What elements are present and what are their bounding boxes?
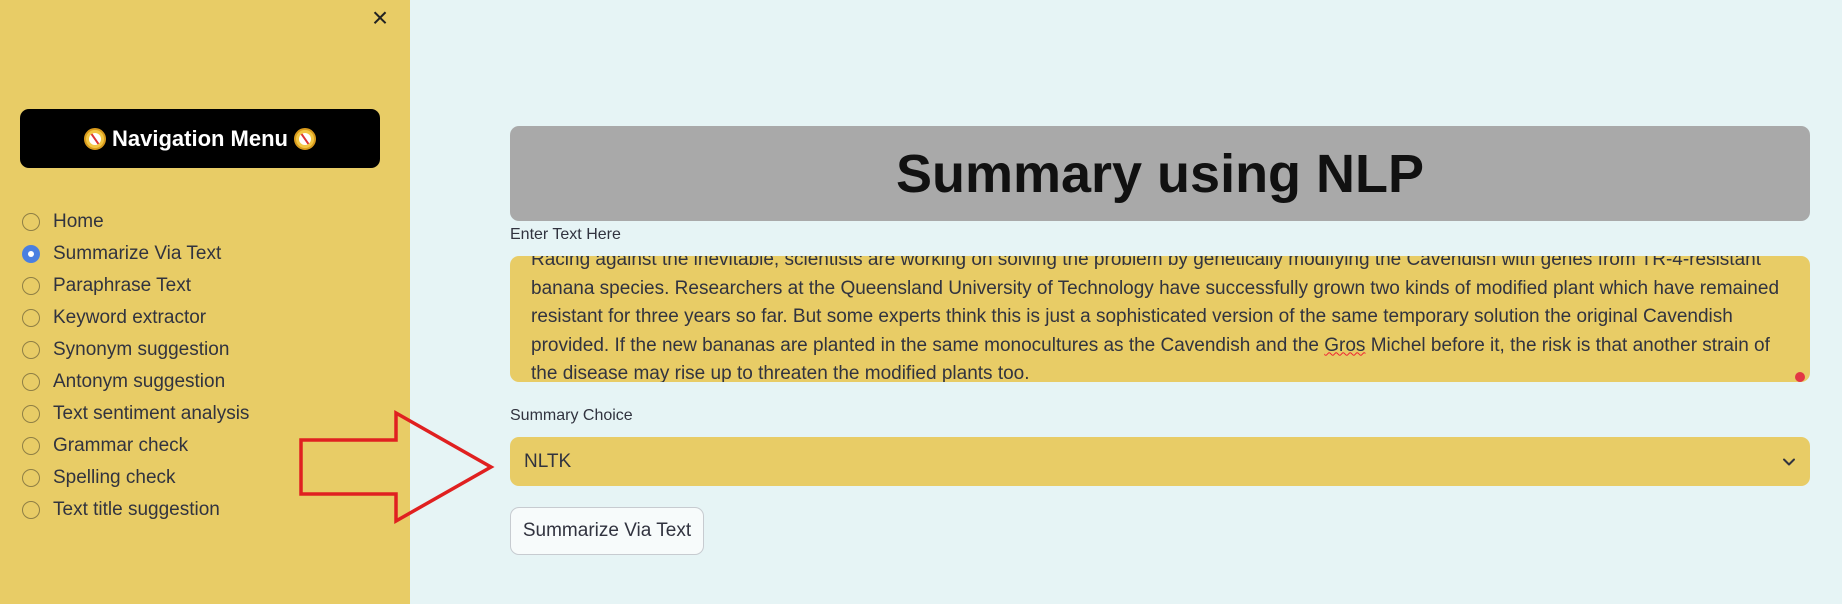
radio-button[interactable] xyxy=(22,213,40,231)
nav-option-label: Paraphrase Text xyxy=(53,275,192,296)
nav-option-label: Home xyxy=(53,211,104,232)
nav-option-keyword-extractor[interactable]: Keyword extractor xyxy=(22,302,249,334)
navigation-radio-group: Home Summarize Via Text Paraphrase Text … xyxy=(22,206,249,526)
text-input-area[interactable]: Racing against the inevitable, scientist… xyxy=(510,256,1810,382)
nav-option-label: Synonym suggestion xyxy=(53,339,230,360)
radio-button[interactable] xyxy=(22,469,40,487)
selected-choice: NLTK xyxy=(524,450,572,472)
text-input-label: Enter Text Here xyxy=(510,226,621,243)
resize-handle-icon[interactable] xyxy=(1795,372,1805,382)
arrow-right-icon xyxy=(299,410,495,524)
nav-option-label: Spelling check xyxy=(53,467,176,488)
radio-button[interactable] xyxy=(22,405,40,423)
nav-option-home[interactable]: Home xyxy=(22,206,249,238)
nav-option-summarize-via-text[interactable]: Summarize Via Text xyxy=(22,238,249,270)
radio-button[interactable] xyxy=(22,309,40,327)
nav-option-label: Grammar check xyxy=(53,435,189,456)
nav-title: Navigation Menu xyxy=(111,125,288,151)
summarize-button[interactable]: Summarize Via Text xyxy=(510,507,704,555)
nav-option-text-sentiment-analysis[interactable]: Text sentiment analysis xyxy=(22,398,249,430)
radio-button[interactable] xyxy=(22,277,40,295)
misspelled-word: Gros xyxy=(1324,334,1366,356)
radio-button[interactable] xyxy=(22,501,40,519)
nav-option-label: Text title suggestion xyxy=(53,499,220,520)
radio-button[interactable] xyxy=(22,341,40,359)
navigation-menu-header: Navigation Menu xyxy=(20,109,380,168)
page-title: Summary using NLP xyxy=(895,143,1425,204)
nav-option-label: Summarize Via Text xyxy=(53,243,222,264)
nav-option-synonym-suggestion[interactable]: Synonym suggestion xyxy=(22,334,249,366)
text-input-content: Racing against the inevitable, scientist… xyxy=(531,256,1790,382)
nav-option-label: Keyword extractor xyxy=(53,307,207,328)
radio-button[interactable] xyxy=(22,437,40,455)
nav-option-paraphrase-text[interactable]: Paraphrase Text xyxy=(22,270,249,302)
page-title-banner: Summary using NLP xyxy=(510,126,1810,221)
close-icon[interactable]: × xyxy=(368,4,392,32)
summary-choice-label: Summary Choice xyxy=(510,407,633,424)
nav-option-text-title-suggestion[interactable]: Text title suggestion xyxy=(22,494,249,526)
nav-option-label: Antonym suggestion xyxy=(53,371,226,392)
radio-button-selected[interactable] xyxy=(22,245,40,263)
radio-button[interactable] xyxy=(22,373,40,391)
summary-choice-select[interactable]: NLTK xyxy=(510,437,1810,486)
nav-option-label: Text sentiment analysis xyxy=(53,403,250,424)
nav-option-spelling-check[interactable]: Spelling check xyxy=(22,462,249,494)
compass-icon xyxy=(294,127,316,150)
nav-option-antonym-suggestion[interactable]: Antonym suggestion xyxy=(22,366,249,398)
compass-icon xyxy=(83,127,106,150)
nav-option-grammar-check[interactable]: Grammar check xyxy=(22,430,249,462)
chevron-down-icon[interactable] xyxy=(1782,455,1796,469)
